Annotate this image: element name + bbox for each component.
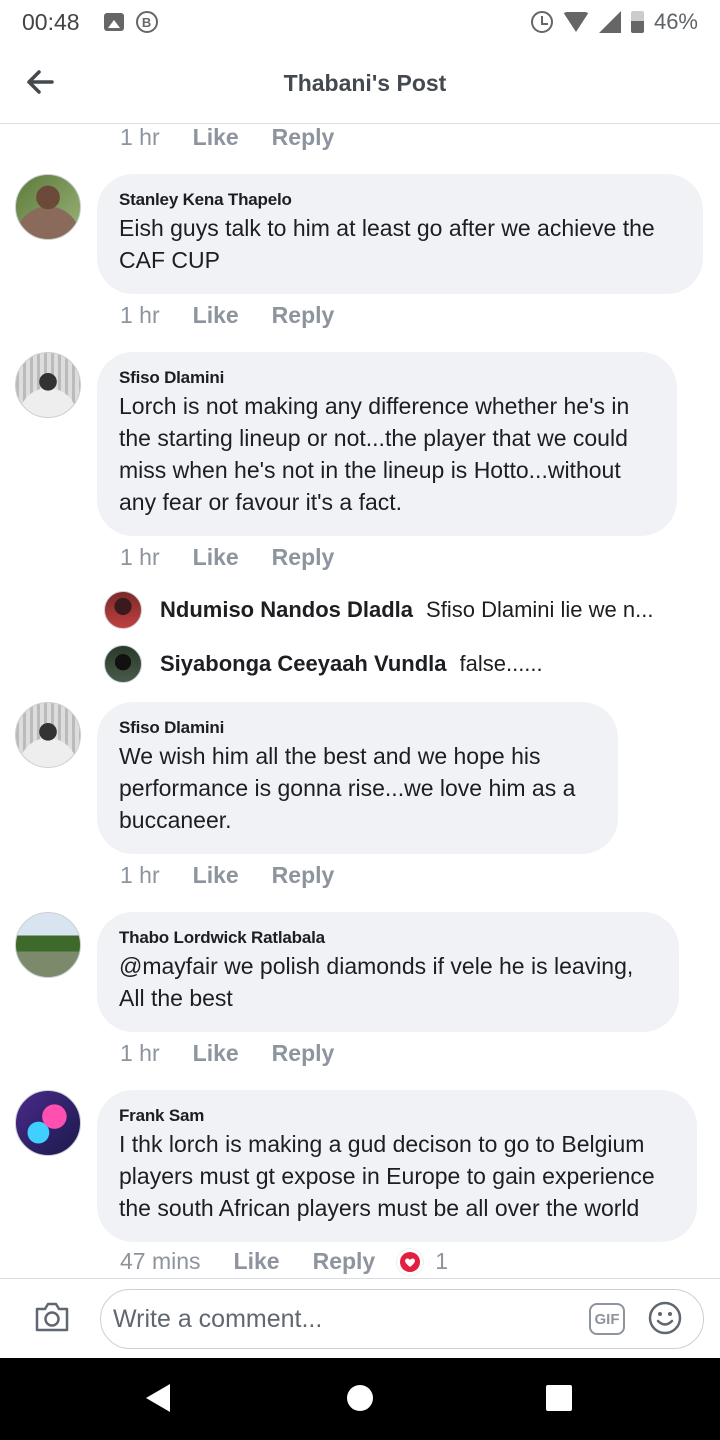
nav-back-icon[interactable] [146,1384,170,1412]
comment-time: 47 mins [120,1248,201,1274]
reaction-count: 1 [435,1248,449,1274]
page-title: Thabani's Post [283,70,447,96]
gif-button[interactable]: GIF [589,1303,625,1335]
comment-text: @mayfair we polish diamonds if vele he i… [119,953,634,1011]
navigation-bar [0,1358,720,1440]
reply-preview[interactable]: Ndumiso Nandos Dladla Sfiso Dlamini lie … [104,590,684,630]
emoji-button[interactable] [648,1301,682,1335]
comment-bubble: Sfiso Dlamini We wish him all the best a… [97,702,618,854]
comment-author[interactable]: Frank Sam [119,1106,675,1126]
avatar[interactable] [104,645,142,683]
alarm-icon [530,11,553,33]
post-header: Thabani's Post [0,44,720,124]
reply-button[interactable]: Reply [272,302,335,329]
nav-recents-icon[interactable] [546,1385,572,1411]
battery-icon [630,11,644,33]
reaction-summary[interactable]: 1 [397,1248,448,1275]
comment-text: We wish him all the best and we hope his… [119,743,576,833]
reply-text: false...... [459,651,543,676]
like-button[interactable]: Like [234,1248,280,1275]
arrow-left-icon [27,70,54,94]
avatar[interactable] [15,174,81,240]
like-button[interactable]: Like [193,124,239,151]
reply-button[interactable]: Reply [272,1040,335,1067]
comment-actions: 1 hr Like Reply [120,544,334,571]
reply-button[interactable]: Reply [272,124,335,151]
comment-author[interactable]: Sfiso Dlamini [119,718,596,738]
emoji-icon [648,1301,682,1335]
like-button[interactable]: Like [193,302,239,329]
wifi-icon [562,12,589,32]
image-icon [103,13,124,31]
comment-actions: 1 hr Like Reply [120,1040,334,1067]
comment-author[interactable]: Thabo Lordwick Ratlabala [119,928,657,948]
comment-time: 1 hr [120,862,160,888]
comment-bubble: Frank Sam I thk lorch is making a gud de… [97,1090,697,1242]
comment-time: 1 hr [120,544,160,570]
comment-text: Eish guys talk to him at least go after … [119,215,655,273]
avatar[interactable] [15,352,81,418]
comments-list[interactable]: 1 hr Like Reply Stanley Kena Thapelo Eis… [0,124,720,1278]
signal-icon [598,11,621,33]
comment-text: I thk lorch is making a gud decison to g… [119,1131,655,1221]
reply-button[interactable]: Reply [313,1248,376,1275]
status-bar: 00:48 B 46% [0,0,720,44]
avatar[interactable] [15,702,81,768]
camera-icon [35,1302,69,1332]
b-icon: B [135,11,158,33]
back-button[interactable] [26,66,58,98]
reply-author[interactable]: Ndumiso Nandos Dladla [160,597,413,623]
comment-text: Lorch is not making any difference wheth… [119,393,630,515]
comment-author[interactable]: Stanley Kena Thapelo [119,190,681,210]
battery-percent: 46% [653,9,698,34]
like-button[interactable]: Like [193,1040,239,1067]
avatar[interactable] [104,591,142,629]
like-button[interactable]: Like [193,862,239,889]
comment-time: 1 hr [120,1040,160,1066]
nav-home-icon[interactable] [347,1385,373,1411]
comment-bubble: Sfiso Dlamini Lorch is not making any di… [97,352,677,536]
reply-button[interactable]: Reply [272,862,335,889]
comment-bubble: Stanley Kena Thapelo Eish guys talk to h… [97,174,703,294]
comment-actions: 1 hr Like Reply [120,302,334,329]
comment-composer: GIF [0,1278,720,1358]
reply-author[interactable]: Siyabonga Ceeyaah Vundla [160,651,447,677]
reply-preview[interactable]: Siyabonga Ceeyaah Vundla false...... [104,644,684,684]
comment-actions: 47 mins Like Reply 1 [120,1248,448,1275]
comment-actions: 1 hr Like Reply [120,862,334,889]
camera-button[interactable] [34,1301,70,1335]
status-time: 00:48 [22,8,80,35]
avatar[interactable] [15,1090,81,1156]
avatar[interactable] [15,912,81,978]
reply-text: Sfiso Dlamini lie we n... [426,597,654,622]
reply-button[interactable]: Reply [272,544,335,571]
comment-author[interactable]: Sfiso Dlamini [119,368,655,388]
comment-time: 1 hr [120,302,160,328]
comment-actions: 1 hr Like Reply [120,124,334,151]
like-button[interactable]: Like [193,544,239,571]
comment-time: 1 hr [120,124,160,150]
comment-bubble: Thabo Lordwick Ratlabala @mayfair we pol… [97,912,679,1032]
heart-icon [397,1248,424,1275]
